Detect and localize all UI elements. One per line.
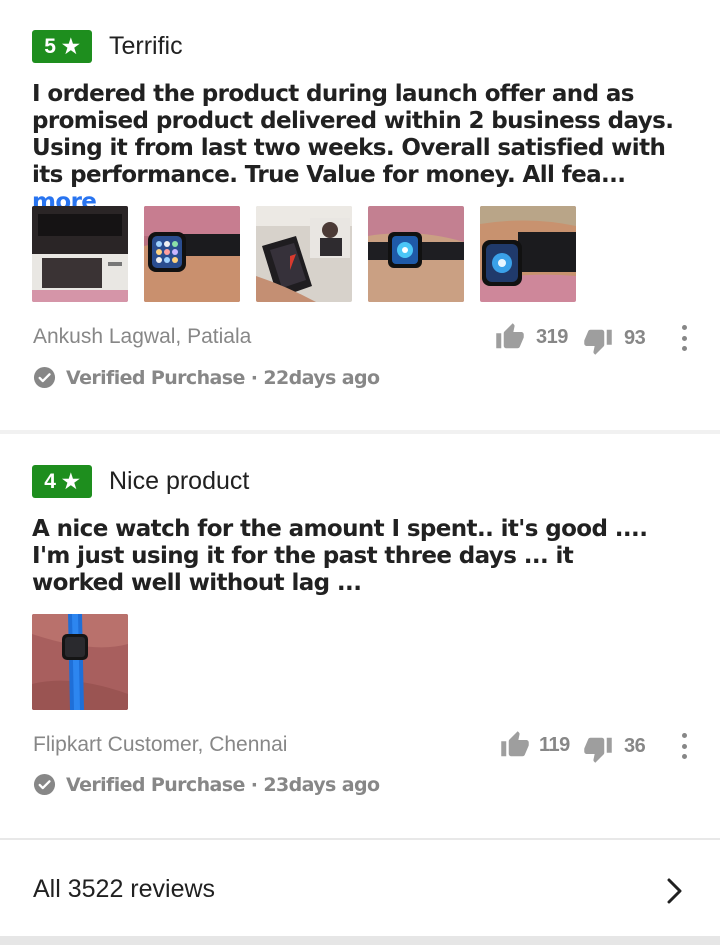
- verified-purchase: Verified Purchase · 22days ago: [33, 366, 380, 389]
- downvote-count: 93: [624, 326, 646, 349]
- thumbs-down-icon: [584, 329, 612, 355]
- verified-purchase: Verified Purchase · 23days ago: [33, 773, 380, 796]
- divider: [0, 838, 720, 840]
- review-image-watch-in-box-photo[interactable]: [256, 206, 352, 302]
- rating-badge: 4 ★: [32, 465, 92, 498]
- rating-badge: 5 ★: [32, 30, 92, 63]
- more-options-icon[interactable]: [681, 733, 687, 759]
- thumbs-up-icon: [501, 731, 529, 757]
- all-reviews-label: All 3522 reviews: [33, 875, 216, 903]
- review-title: Nice product: [109, 467, 250, 495]
- review-text: I ordered the product during launch offe…: [32, 81, 692, 216]
- review-header: 5 ★ Terrific: [32, 30, 183, 63]
- review-text: A nice watch for the amount I spent.. it…: [32, 516, 672, 597]
- review-body: A nice watch for the amount I spent.. it…: [32, 516, 648, 596]
- review-images: [32, 614, 128, 710]
- review-image-watch-box-photo[interactable]: [32, 206, 128, 302]
- downvote-button[interactable]: 36: [582, 734, 646, 764]
- bottom-edge: [0, 936, 720, 945]
- rating-value: 4: [44, 469, 56, 493]
- review-image-watch-on-palm-photo[interactable]: [368, 206, 464, 302]
- review-image-watch-on-hand-photo[interactable]: [144, 206, 240, 302]
- verified-check-icon: [33, 773, 56, 796]
- review-header: 4 ★ Nice product: [32, 465, 249, 498]
- review-card: 5 ★ Terrific I ordered the product durin…: [0, 0, 720, 432]
- star-icon: ★: [61, 471, 80, 493]
- thumbs-up-icon: [496, 323, 524, 349]
- verified-check-icon: [33, 366, 56, 389]
- downvote-button[interactable]: 93: [582, 326, 646, 356]
- review-body: I ordered the product during launch offe…: [32, 81, 674, 188]
- verified-text: Verified Purchase · 22days ago: [66, 366, 380, 389]
- more-options-icon[interactable]: [681, 325, 687, 351]
- verified-text: Verified Purchase · 23days ago: [66, 773, 380, 796]
- review-images: [32, 206, 576, 302]
- downvote-count: 36: [624, 734, 646, 757]
- review-title: Terrific: [109, 32, 183, 60]
- upvote-button[interactable]: 319: [494, 322, 568, 352]
- review-image-watch-on-wrist-photo[interactable]: [480, 206, 576, 302]
- review-author: Flipkart Customer, Chennai: [33, 733, 288, 756]
- upvote-button[interactable]: 119: [499, 730, 570, 760]
- review-author: Ankush Lagwal, Patiala: [33, 325, 252, 348]
- divider: [0, 430, 720, 434]
- chevron-right-icon: [667, 878, 682, 904]
- upvote-count: 119: [539, 733, 570, 756]
- review-card: 4 ★ Nice product A nice watch for the am…: [0, 436, 720, 838]
- thumbs-down-icon: [584, 737, 612, 763]
- rating-value: 5: [44, 34, 56, 58]
- upvote-count: 319: [536, 325, 568, 348]
- star-icon: ★: [61, 36, 80, 58]
- review-image-blue-strap-watch-photo[interactable]: [32, 614, 128, 710]
- all-reviews-link[interactable]: All 3522 reviews: [0, 842, 720, 936]
